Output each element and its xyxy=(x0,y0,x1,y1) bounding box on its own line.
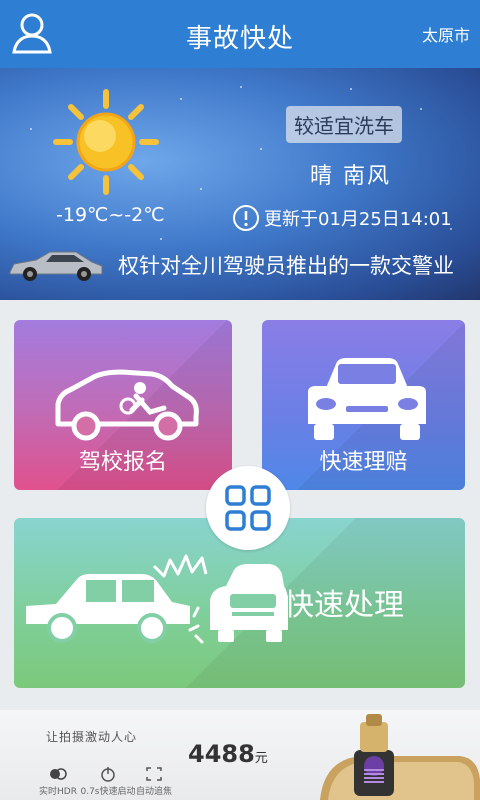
sun-icon xyxy=(53,89,159,195)
quick-claim-tile[interactable]: 快速理赔 xyxy=(262,320,465,490)
weather-condition: 晴 南风 xyxy=(310,164,391,189)
more-services-button[interactable] xyxy=(206,466,290,550)
ad-currency: 元 xyxy=(254,751,268,766)
info-icon xyxy=(233,205,259,231)
driving-school-tile[interactable]: 驾校报名 xyxy=(14,320,232,490)
driving-school-label: 驾校报名 xyxy=(78,450,167,475)
temperature-range: -19℃~-2℃ xyxy=(56,204,165,226)
hdr-icon xyxy=(50,768,67,780)
collision-icon xyxy=(26,554,288,644)
ad-price: 4488元 xyxy=(188,740,268,768)
car-icon xyxy=(9,251,103,281)
learner-car-icon xyxy=(55,369,199,441)
weather-banner: -19℃~-2℃ 较适宜洗车 晴 南风 更新于01月25日14:01 权针对全川… xyxy=(0,68,480,300)
grid-icon xyxy=(225,485,271,531)
update-text: 更新于01月25日14:01 xyxy=(264,209,452,230)
power-icon xyxy=(101,767,115,782)
quick-claim-label: 快速理赔 xyxy=(319,450,408,475)
car-front-icon xyxy=(308,358,426,440)
ad-banner[interactable]: 让拍摄激动人心 4488元 实时HDR 0.7s快速启动 自动追焦 xyxy=(0,710,480,800)
focus-icon xyxy=(146,767,162,781)
ad-slogan: 让拍摄激动人心 xyxy=(46,730,138,744)
update-time: 更新于01月25日14:01 xyxy=(232,204,452,232)
phone-product-image xyxy=(320,714,480,800)
ad-feature-focus: 自动追焦 xyxy=(124,766,184,797)
quick-handle-label: 快速处理 xyxy=(284,588,404,623)
page-title: 事故快处 xyxy=(185,24,294,54)
news-ticker[interactable]: 权针对全川驾驶员推出的一款交警业 xyxy=(118,250,480,280)
car-wash-index: 较适宜洗车 xyxy=(286,106,402,143)
city-selector[interactable]: 太原市 xyxy=(422,22,470,46)
app-header: 事故快处 太原市 xyxy=(0,0,480,68)
